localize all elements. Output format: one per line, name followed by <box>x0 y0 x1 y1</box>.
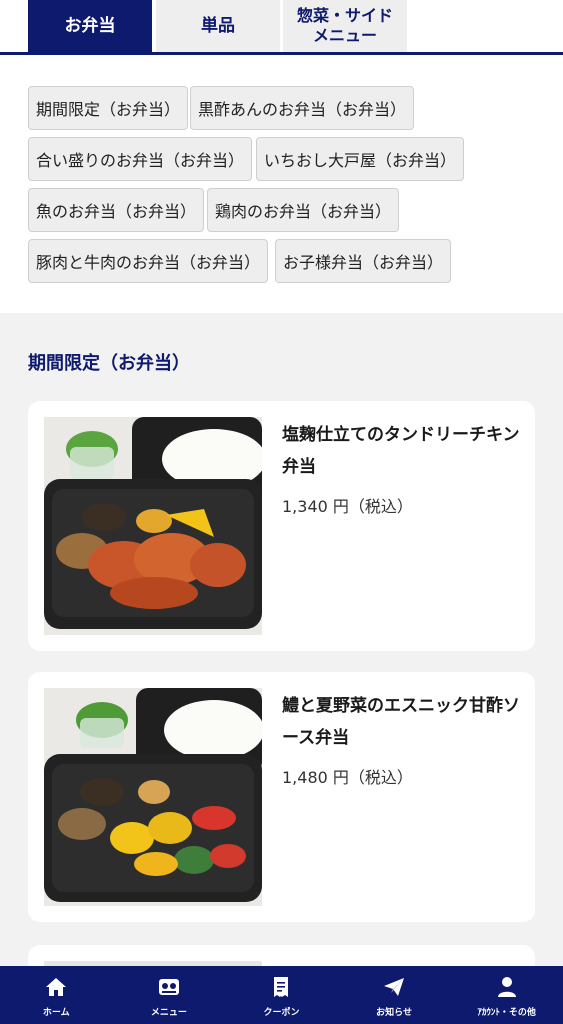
nav-menu[interactable]: メニュー <box>113 966 226 1024</box>
section-title: 期間限定（お弁当） <box>28 353 190 374</box>
nav-home[interactable]: ホーム <box>0 966 113 1024</box>
product-image <box>44 688 262 906</box>
tab-single-item[interactable]: 単品 <box>156 0 280 52</box>
subcategory-chips: 期間限定（お弁当） 黒酢あんのお弁当（お弁当） 合い盛りのお弁当（お弁当） いち… <box>0 55 563 313</box>
nav-menu-label: メニュー <box>150 1007 187 1018</box>
nav-coupon[interactable]: クーポン <box>225 966 338 1024</box>
nav-account[interactable]: ｱｶｳﾝﾄ・その他 <box>450 966 563 1024</box>
chip-pork-beef[interactable]: 豚肉と牛肉のお弁当（お弁当） <box>28 239 269 283</box>
product-price: 1,480 円（税込） <box>282 768 413 787</box>
coupon-icon <box>274 976 289 997</box>
person-icon <box>497 976 516 997</box>
product-price: 1,340 円（税込） <box>282 497 413 516</box>
bottom-nav: ホーム メニュー クーポン お知らせ ｱｶｳﾝﾄ・その他 <box>0 966 563 1024</box>
nav-home-label: ホーム <box>42 1007 70 1018</box>
chip-black-vinegar[interactable]: 黒酢あんのお弁当（お弁当） <box>190 86 415 130</box>
tab-bento[interactable]: お弁当 <box>28 0 152 52</box>
product-name: 鱧と夏野菜のエスニック甘酢ソース弁当 <box>282 696 520 748</box>
nav-news[interactable]: お知らせ <box>338 966 451 1024</box>
product-name: 塩麹仕立てのタンドリーチキン弁当 <box>282 425 520 477</box>
tab-side-dishes[interactable]: 惣菜・サイドメニュー <box>283 0 407 52</box>
paper-plane-icon <box>384 977 405 996</box>
category-tabs: お弁当 単品 惣菜・サイドメニュー <box>0 0 563 55</box>
product-image <box>44 417 262 635</box>
product-card[interactable]: 塩麹仕立てのタンドリーチキン弁当 1,340 円（税込） <box>28 401 535 651</box>
product-list: 期間限定（お弁当） 塩麹仕立てのタンドリーチキン弁当 1,340 円（税込） 鱧… <box>0 313 563 966</box>
chip-recommended[interactable]: いちおし大戸屋（お弁当） <box>256 137 465 181</box>
tab-side-dishes-label: 惣菜・サイドメニュー <box>296 6 393 45</box>
chip-limited-time[interactable]: 期間限定（お弁当） <box>28 86 189 130</box>
chip-kids[interactable]: お子様弁当（お弁当） <box>275 239 452 283</box>
menu-icon <box>158 978 179 995</box>
nav-coupon-label: クーポン <box>263 1007 300 1018</box>
nav-account-label: ｱｶｳﾝﾄ・その他 <box>477 1007 536 1018</box>
chip-fish[interactable]: 魚のお弁当（お弁当） <box>28 188 205 232</box>
home-icon <box>46 977 67 996</box>
product-card[interactable] <box>28 945 535 966</box>
product-card[interactable]: 鱧と夏野菜のエスニック甘酢ソース弁当 1,480 円（税込） <box>28 672 535 922</box>
nav-news-label: お知らせ <box>376 1007 412 1018</box>
chip-combo[interactable]: 合い盛りのお弁当（お弁当） <box>28 137 253 181</box>
chip-chicken[interactable]: 鶏肉のお弁当（お弁当） <box>207 188 400 232</box>
